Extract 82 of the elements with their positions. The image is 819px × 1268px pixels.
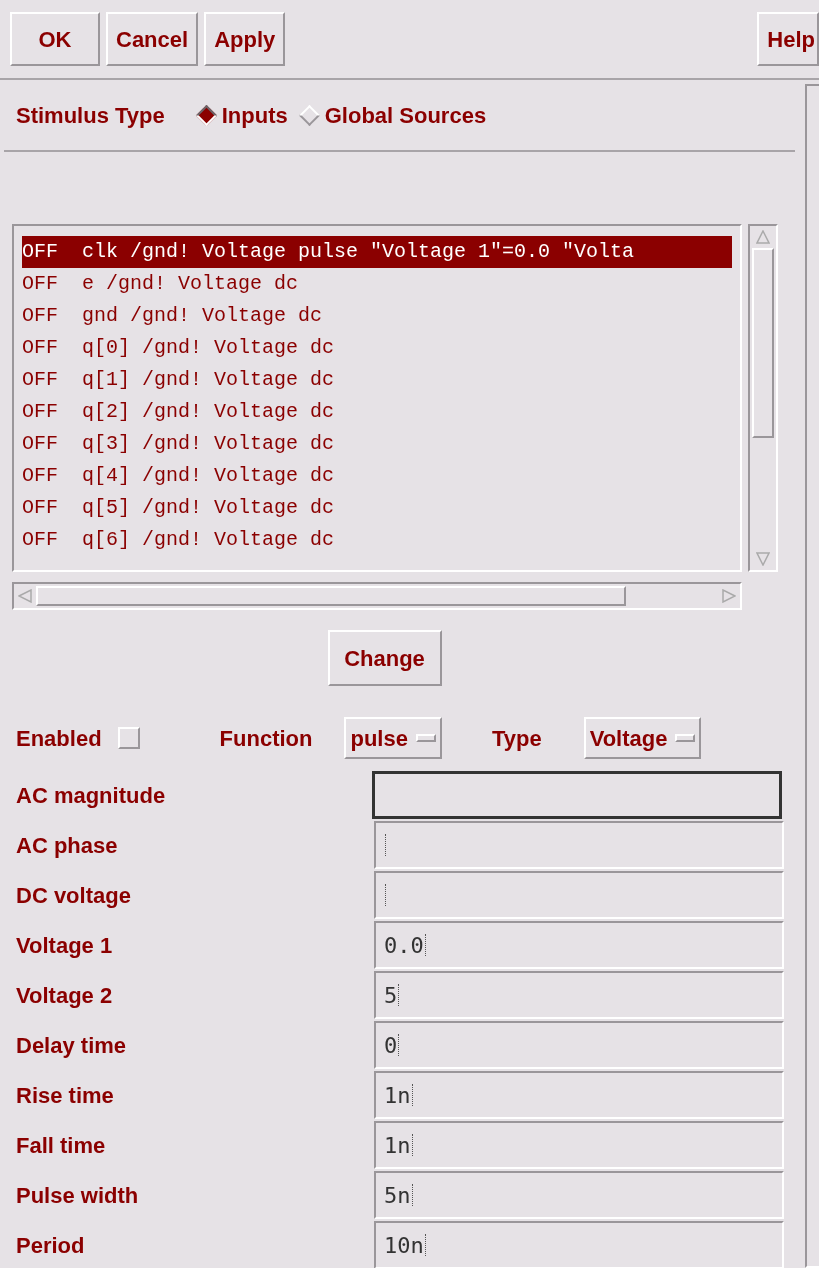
change-button[interactable]: Change: [327, 630, 442, 686]
stimulus-text: gnd /gnd! Voltage dc: [82, 303, 323, 329]
list-row[interactable]: OFF q[3] /gnd! Voltage dc: [22, 428, 732, 460]
input-field[interactable]: 5n: [374, 1171, 784, 1219]
input-field[interactable]: 1n: [374, 1121, 784, 1169]
status-text: OFF: [22, 271, 58, 297]
status-text: OFF: [22, 303, 58, 329]
list-row[interactable]: OFF q[0] /gnd! Voltage dc: [22, 332, 732, 364]
field-label: Pulse width: [16, 1181, 140, 1210]
list-row[interactable]: OFF clk /gnd! Voltage pulse "Voltage 1"=0.0 "Volta: [22, 236, 732, 268]
page-scrollbar[interactable]: [805, 84, 819, 1268]
field-value: 1n: [384, 1131, 411, 1160]
horizontal-scrollbar[interactable]: [12, 582, 742, 610]
toolbar-button[interactable]: OK: [10, 12, 100, 66]
type-menu[interactable]: Voltage: [583, 717, 702, 759]
stimulus-text: clk /gnd! Voltage pulse "Voltage 1"=0.0 "Volta: [82, 239, 635, 265]
list-row[interactable]: OFF e /gnd! Voltage dc: [22, 268, 732, 300]
field-value: 0: [384, 1031, 398, 1060]
field-label: Rise time: [16, 1081, 115, 1110]
input-field[interactable]: 10n: [374, 1221, 784, 1268]
field-label: AC phase: [16, 831, 119, 860]
help-button[interactable]: Help: [757, 12, 819, 66]
field-label: AC magnitude: [16, 781, 167, 810]
field-label: Fall time: [16, 1131, 107, 1160]
scroll-thumb[interactable]: [36, 586, 626, 606]
stimulus-text: q[3] /gnd! Voltage dc: [82, 431, 335, 457]
enabled-label: Enabled: [16, 724, 102, 753]
stimulus-text: q[2] /gnd! Voltage dc: [82, 399, 335, 425]
list-row[interactable]: OFF q[4] /gnd! Voltage dc: [22, 460, 732, 492]
stimulus-text: q[1] /gnd! Voltage dc: [82, 367, 335, 393]
list-row[interactable]: OFF q[2] /gnd! Voltage dc: [22, 396, 732, 428]
scroll-thumb[interactable]: [752, 248, 774, 438]
toolbar-button[interactable]: Cancel: [106, 12, 199, 66]
status-text: OFF: [22, 431, 58, 457]
radio-option[interactable]: Inputs: [198, 98, 288, 132]
vertical-scrollbar[interactable]: [748, 224, 778, 572]
menu-indicator-icon: [415, 734, 436, 742]
input-field[interactable]: 5: [374, 971, 784, 1019]
down-arrow-icon: [756, 552, 770, 566]
radio-option[interactable]: Global Sources: [301, 98, 487, 132]
function-menu[interactable]: pulse: [344, 717, 442, 759]
field-value: 5: [384, 981, 398, 1010]
field-value: 5n: [384, 1181, 411, 1210]
list-row[interactable]: OFF gnd /gnd! Voltage dc: [22, 300, 732, 332]
input-field[interactable]: 0: [374, 1021, 784, 1069]
field-label: DC voltage: [16, 881, 132, 910]
menu-indicator-icon: [675, 734, 696, 742]
stimulus-text: q[0] /gnd! Voltage dc: [82, 335, 335, 361]
status-text: OFF: [22, 495, 58, 521]
list-row[interactable]: OFF q[1] /gnd! Voltage dc: [22, 364, 732, 396]
field-value: 1n: [384, 1081, 411, 1110]
field-value: 0.0: [384, 931, 424, 960]
status-text: OFF: [22, 463, 58, 489]
status-text: OFF: [22, 527, 58, 553]
status-text: OFF: [22, 367, 58, 393]
function-label: Function: [219, 724, 313, 753]
stimulus-text: q[4] /gnd! Voltage dc: [82, 463, 335, 489]
field-label: Period: [16, 1231, 86, 1260]
up-arrow-icon: [756, 230, 770, 244]
toolbar-button[interactable]: Apply: [204, 12, 286, 66]
input-field[interactable]: 1n: [374, 1071, 784, 1119]
status-text: OFF: [22, 399, 58, 425]
input-field[interactable]: [374, 871, 784, 919]
input-field[interactable]: [372, 771, 782, 819]
stimulus-type-label: Stimulus Type: [16, 101, 165, 130]
list-row[interactable]: OFF q[5] /gnd! Voltage dc: [22, 492, 732, 524]
field-label: Voltage 2: [16, 981, 114, 1010]
status-text: OFF: [22, 335, 58, 361]
left-arrow-icon: [18, 589, 32, 603]
field-label: Delay time: [16, 1031, 128, 1060]
input-field[interactable]: [374, 821, 784, 869]
status-text: OFF: [22, 239, 58, 265]
enabled-checkbox[interactable]: [117, 727, 140, 749]
input-field[interactable]: 0.0: [374, 921, 784, 969]
right-arrow-icon: [722, 589, 736, 603]
stimulus-text: e /gnd! Voltage dc: [82, 271, 299, 297]
field-label: Voltage 1: [16, 931, 114, 960]
stimulus-text: q[6] /gnd! Voltage dc: [82, 527, 335, 553]
field-value: 10n: [384, 1231, 424, 1260]
list-row[interactable]: OFF q[6] /gnd! Voltage dc: [22, 524, 732, 556]
stimulus-text: q[5] /gnd! Voltage dc: [82, 495, 335, 521]
type-label: Type: [491, 724, 542, 753]
